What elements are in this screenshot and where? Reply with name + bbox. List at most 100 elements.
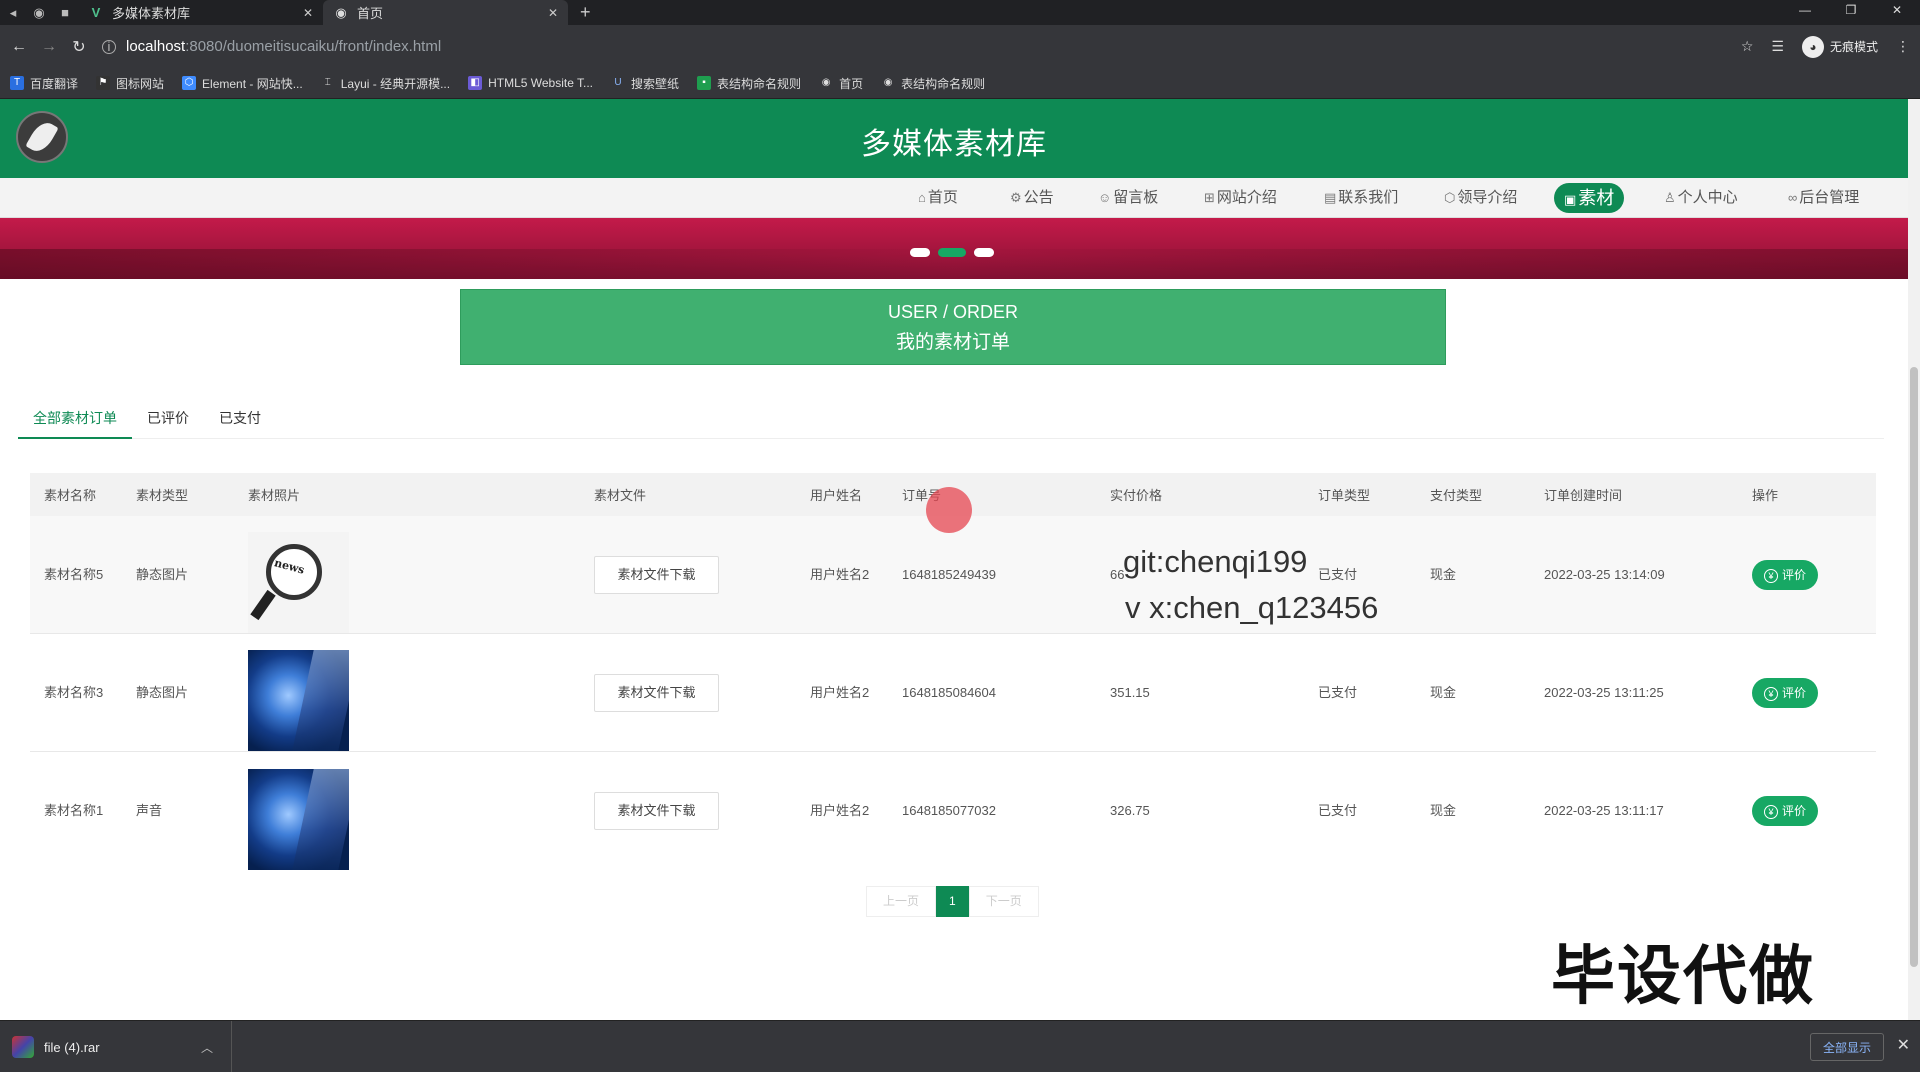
tab-all-orders[interactable]: 全部素材订单	[18, 399, 132, 439]
evaluate-button[interactable]: ¥ 评价	[1752, 796, 1818, 826]
material-photo[interactable]: news	[248, 532, 349, 633]
bookmark-item[interactable]: ⚑ 图标网站	[96, 75, 164, 92]
incognito-icon: ◕	[1801, 35, 1824, 58]
bookmark-label: 表结构命名规则	[901, 76, 986, 91]
close-icon[interactable]: ✕	[303, 6, 313, 20]
carousel-indicators	[910, 248, 994, 257]
chevron-up-icon[interactable]: ︿	[201, 1039, 213, 1056]
section-title-en: USER / ORDER	[887, 302, 1019, 322]
info-icon[interactable]: i	[102, 39, 116, 54]
forward-icon[interactable]: →	[34, 38, 64, 56]
minimize-button[interactable]: —	[1782, 0, 1828, 25]
home-icon: ⌂	[918, 190, 926, 205]
user-name: 用户姓名2	[810, 684, 870, 700]
carousel-dot[interactable]	[910, 248, 930, 257]
nav-item-notice[interactable]: ⚙ 公告	[1002, 183, 1062, 213]
bookmark-item[interactable]: ◧ HTML5 Website T...	[468, 76, 593, 90]
bookmark-item[interactable]: ◉ 表结构命名规则	[881, 75, 985, 92]
browser-tabstrip: ◂ ◉ ■ V 多媒体素材库 ✕ ◉ 首页 ✕ + — ❐ ✕	[0, 0, 1920, 25]
material-photo[interactable]	[248, 650, 349, 751]
more-menu-icon[interactable]: ⋮	[1896, 38, 1910, 55]
nav-label: 留言板	[1113, 189, 1159, 206]
page-number-current[interactable]: 1	[936, 886, 969, 917]
nav-item-admin[interactable]: ∞ 后台管理	[1780, 183, 1867, 213]
order-number: 1648185249439	[902, 566, 996, 582]
evaluate-button[interactable]: ¥ 评价	[1752, 560, 1818, 590]
pay-type: 现金	[1430, 803, 1457, 818]
nav-item-home[interactable]: ⌂ 首页	[910, 183, 966, 213]
material-photo[interactable]	[248, 768, 349, 870]
nav-item-site-intro[interactable]: ⊞ 网站介绍	[1196, 183, 1285, 213]
bookmark-item[interactable]: ◉ 首页	[819, 75, 863, 92]
created-time: 2022-03-25 13:14:09	[1544, 566, 1665, 582]
show-all-button[interactable]: 全部显示	[1809, 1033, 1884, 1061]
nav-item-contact[interactable]: ▤ 联系我们	[1316, 183, 1406, 213]
bookmark-item[interactable]: ▪ 表结构命名规则	[697, 75, 801, 92]
file-download-button[interactable]: 素材文件下载	[594, 674, 719, 712]
scrollbar-thumb[interactable]	[1910, 367, 1918, 967]
close-icon[interactable]: ✕	[548, 6, 558, 20]
browser-tab-1[interactable]: V 多媒体素材库 ✕	[78, 0, 323, 25]
nav-label: 公告	[1023, 189, 1054, 206]
url-path: :8080/duomeitisucaiku/front/index.html	[185, 38, 442, 55]
close-window-button[interactable]: ✕	[1874, 0, 1920, 25]
nav-label: 首页	[927, 189, 958, 206]
browser-tab-2[interactable]: ◉ 首页 ✕	[323, 0, 568, 25]
bookmarks-bar: T 百度翻译 ⚑ 图标网站 ⬡ Element - 网站快... ⌶ Layui - 经…	[0, 68, 1920, 99]
bookmark-label: 搜索壁纸	[631, 76, 680, 91]
user-name: 用户姓名2	[810, 803, 870, 818]
table-row: 素材名称1 声音 素材文件下载 用户姓名2 1648185077032 326.…	[30, 752, 1876, 870]
nav-item-profile[interactable]: ♙ 个人中心	[1656, 183, 1746, 213]
restore-button[interactable]: ❐	[1828, 0, 1874, 25]
grid-icon: ⊞	[1204, 190, 1215, 205]
file-download-button[interactable]: 素材文件下载	[594, 556, 719, 594]
browser-tab-title: 多媒体素材库	[112, 6, 191, 21]
col-header: 支付类型	[1430, 488, 1483, 503]
pay-type: 现金	[1430, 566, 1457, 582]
speaker-icon[interactable]: ◂	[0, 0, 26, 25]
nav-label: 素材	[1578, 188, 1615, 208]
reading-list-icon[interactable]: ☰	[1771, 38, 1784, 55]
gear-icon: ⚙	[1010, 190, 1022, 205]
url-host: localhost	[126, 38, 186, 55]
evaluate-label: 评价	[1781, 804, 1806, 818]
paid-price: 351.15	[1110, 684, 1150, 700]
evaluate-button[interactable]: ¥ 评价	[1752, 678, 1818, 708]
nav-item-leaders[interactable]: ⬡ 领导介绍	[1436, 183, 1525, 213]
star-icon[interactable]: ☆	[1741, 38, 1754, 55]
page-viewport: 多媒体素材库 ⌂ 首页 ⚙ 公告 ☺ 留言板 ⊞ 网站介绍 ▤ 联系我们 ⬡ 领导介绍 ▣ 素…	[0, 99, 1908, 1020]
back-icon[interactable]: ←	[4, 38, 34, 56]
section-title-cn: 我的素材订单	[895, 332, 1010, 353]
order-type: 已支付	[1318, 684, 1358, 700]
tab-evaluated[interactable]: 已评价	[132, 399, 204, 439]
window-icon[interactable]: ■	[52, 0, 78, 25]
nav-label: 后台管理	[1799, 189, 1860, 206]
bookmark-item[interactable]: ⌶ Layui - 经典开源模...	[320, 75, 450, 92]
reload-icon[interactable]: ↻	[64, 37, 94, 57]
download-item[interactable]: file (4).rar ︿	[0, 1021, 232, 1072]
evaluate-label: 评价	[1781, 568, 1806, 582]
download-bar: file (4).rar ︿ 全部显示 ✕	[0, 1020, 1920, 1072]
close-icon[interactable]: ✕	[1897, 1035, 1910, 1055]
globe-icon[interactable]: ◉	[26, 0, 52, 25]
new-tab-button[interactable]: +	[580, 2, 591, 23]
next-page-button[interactable]: 下一页	[968, 886, 1039, 917]
tab-paid[interactable]: 已支付	[204, 399, 276, 439]
bookmark-item[interactable]: T 百度翻译	[10, 75, 78, 92]
url-field[interactable]: i localhost:8080/duomeitisucaiku/front/i…	[102, 38, 441, 55]
bookmark-label: 表结构命名规则	[717, 76, 802, 91]
page-scrollbar[interactable]	[1908, 99, 1920, 1020]
carousel-dot[interactable]	[974, 248, 994, 257]
nav-item-message-board[interactable]: ☺ 留言板	[1090, 183, 1166, 213]
bookmark-item[interactable]: ⬡ Element - 网站快...	[182, 75, 303, 92]
carousel-dot[interactable]	[938, 248, 966, 257]
order-number: 1648185084604	[902, 684, 996, 700]
prev-page-button[interactable]: 上一页	[866, 886, 937, 917]
nav-item-materials[interactable]: ▣ 素材	[1554, 183, 1625, 213]
profile-button[interactable]: ◕ 无痕模式	[1801, 35, 1878, 58]
watermark-contact: git:chenqi199 v x:chen_q123456	[1123, 539, 1378, 631]
bookmark-item[interactable]: U 搜索壁纸	[611, 75, 679, 92]
file-download-button[interactable]: 素材文件下载	[594, 792, 719, 830]
bookmark-label: 首页	[839, 76, 864, 91]
table-row: 素材名称3 静态图片 素材文件下载 用户姓名2 1648185084604 35…	[30, 634, 1876, 752]
